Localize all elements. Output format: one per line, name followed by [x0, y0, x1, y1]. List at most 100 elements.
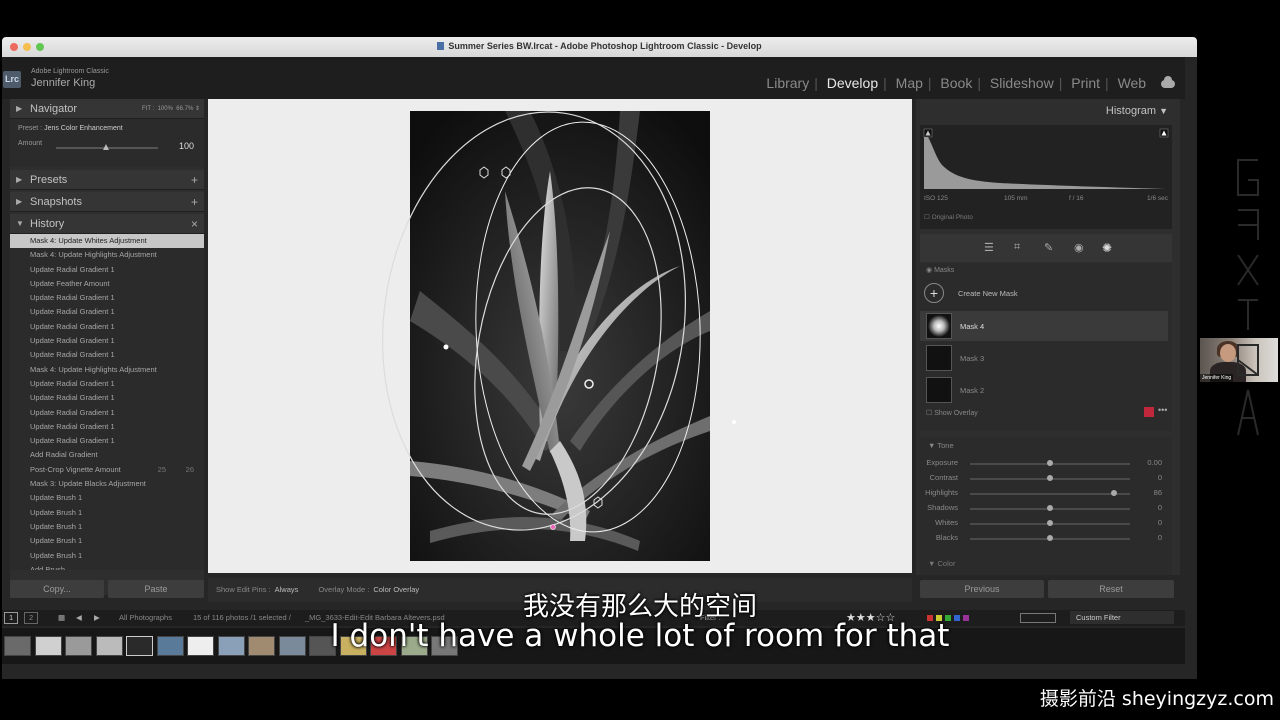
- create-mask-plus-icon[interactable]: +: [924, 283, 944, 303]
- slider-label: Whites: [935, 518, 958, 527]
- gradient-handle-left[interactable]: [443, 344, 449, 350]
- more-options-icon[interactable]: •••: [1158, 405, 1167, 415]
- overlay-color-swatch[interactable]: [1144, 407, 1154, 417]
- original-photo-checkbox[interactable]: ☐ Original Photo: [924, 213, 973, 221]
- edit-pin-2[interactable]: [501, 166, 511, 179]
- add-snapshot-icon[interactable]: +: [191, 192, 198, 212]
- slider-value[interactable]: 0: [1158, 473, 1162, 482]
- image-canvas[interactable]: [208, 99, 912, 573]
- slider-thumb[interactable]: [1047, 505, 1053, 511]
- create-new-mask-button[interactable]: Create New Mask: [958, 289, 1018, 298]
- identity-plate: Lrc Adobe Lightroom Classic Jennifer Kin…: [2, 57, 1185, 99]
- history-item[interactable]: Update Radial Gradient 1: [10, 291, 204, 305]
- history-after-value: 26: [185, 464, 194, 474]
- radial-gradient-overlay[interactable]: [208, 99, 912, 573]
- history-item[interactable]: Add Brush: [10, 563, 204, 570]
- history-header[interactable]: ▼ History ×: [10, 214, 204, 234]
- slider-shadows[interactable]: Shadows 0: [920, 502, 1172, 516]
- history-item[interactable]: Update Feather Amount: [10, 277, 204, 291]
- slider-thumb[interactable]: [1111, 490, 1117, 496]
- module-map[interactable]: Map: [891, 75, 928, 91]
- mask-item-2[interactable]: Mask 2: [920, 375, 1168, 405]
- history-item[interactable]: Update Brush 1: [10, 520, 204, 534]
- slider-label: Blacks: [935, 533, 958, 542]
- history-item[interactable]: Update Radial Gradient 1: [10, 305, 204, 319]
- screen: Summer Series BW.lrcat - Adobe Photoshop…: [0, 0, 1280, 720]
- module-book[interactable]: Book: [935, 75, 977, 91]
- slider-contrast[interactable]: Contrast 0: [920, 472, 1172, 486]
- history-item[interactable]: Update Brush 1: [10, 534, 204, 548]
- left-panel: ▶ Navigator FIT : 100% 66.7% ⇕ Preset : …: [10, 99, 204, 595]
- history-item[interactable]: Update Radial Gradient 1: [10, 391, 204, 405]
- history-item[interactable]: Mask 3: Update Blacks Adjustment: [10, 477, 204, 491]
- history-item[interactable]: Mask 4: Update Highlights Adjustment: [10, 363, 204, 377]
- history-item[interactable]: Mask 4: Update Highlights Adjustment: [10, 248, 204, 262]
- clear-history-icon[interactable]: ×: [191, 214, 198, 234]
- navigator-zoom-options[interactable]: FIT : 100% 66.7% ⇕: [142, 99, 200, 119]
- slider-thumb[interactable]: [1047, 460, 1053, 466]
- slider-exposure[interactable]: Exposure 0.00: [920, 457, 1172, 471]
- history-item[interactable]: Update Radial Gradient 1: [10, 263, 204, 277]
- history-item[interactable]: Post-Crop Vignette Amount 25 26: [10, 463, 204, 477]
- module-web[interactable]: Web: [1113, 75, 1152, 91]
- cloud-sync-icon[interactable]: [1161, 76, 1175, 88]
- amount-value[interactable]: 100: [179, 141, 194, 151]
- red-eye-icon[interactable]: ◉: [1074, 241, 1086, 254]
- collapse-triangle-icon: ▼: [1159, 106, 1168, 116]
- gradient-handle-pink[interactable]: [550, 524, 556, 530]
- navigator-header[interactable]: ▶ Navigator FIT : 100% 66.7% ⇕: [10, 99, 204, 119]
- amount-slider-thumb[interactable]: [103, 144, 109, 150]
- exif-info: ISO 125 105 mm f / 16 1/6 sec: [924, 195, 1168, 202]
- history-item[interactable]: Update Radial Gradient 1: [10, 406, 204, 420]
- history-item[interactable]: Update Radial Gradient 1: [10, 434, 204, 448]
- history-item[interactable]: Update Brush 1: [10, 491, 204, 505]
- mask-item-4[interactable]: Mask 4: [920, 311, 1168, 341]
- history-item[interactable]: Update Brush 1: [10, 506, 204, 520]
- slider-track[interactable]: [970, 493, 1130, 495]
- slider-whites[interactable]: Whites 0: [920, 517, 1172, 531]
- window-title-bar: Summer Series BW.lrcat - Adobe Photoshop…: [2, 37, 1197, 57]
- history-item[interactable]: Update Radial Gradient 1: [10, 377, 204, 391]
- healing-brush-icon[interactable]: ✎: [1044, 241, 1056, 254]
- module-slideshow[interactable]: Slideshow: [985, 75, 1059, 91]
- slider-blacks[interactable]: Blacks 0: [920, 532, 1172, 546]
- slider-value[interactable]: 0.00: [1147, 458, 1162, 467]
- module-print[interactable]: Print: [1066, 75, 1105, 91]
- module-develop[interactable]: Develop: [822, 75, 883, 91]
- tone-header[interactable]: ▼ Tone: [928, 441, 954, 450]
- edit-pin-3[interactable]: [593, 496, 603, 509]
- slider-value[interactable]: 0: [1158, 533, 1162, 542]
- mask-item-3[interactable]: Mask 3: [920, 343, 1168, 373]
- slider-value[interactable]: 0: [1158, 518, 1162, 527]
- history-item[interactable]: Add Radial Gradient: [10, 448, 204, 462]
- history-item[interactable]: Update Radial Gradient 1: [10, 420, 204, 434]
- crop-icon[interactable]: ⌗: [1014, 241, 1026, 253]
- middle-radial-gradient[interactable]: [451, 173, 686, 529]
- gradient-handle-right[interactable]: [732, 420, 736, 424]
- history-item[interactable]: Update Radial Gradient 1: [10, 320, 204, 334]
- slider-thumb[interactable]: [1047, 535, 1053, 541]
- history-item[interactable]: Mask 4: Update Whites Adjustment: [10, 234, 204, 249]
- slider-value[interactable]: 0: [1158, 503, 1162, 512]
- slider-thumb[interactable]: [1047, 475, 1053, 481]
- slider-highlights[interactable]: Highlights 86: [920, 487, 1172, 501]
- outer-radial-gradient[interactable]: [356, 99, 712, 550]
- edit-sliders-icon[interactable]: ☰: [984, 241, 996, 254]
- add-preset-icon[interactable]: +: [191, 170, 198, 190]
- presets-header[interactable]: ▶ Presets +: [10, 170, 204, 190]
- edit-pin-1[interactable]: [479, 166, 489, 179]
- history-item[interactable]: Update Radial Gradient 1: [10, 334, 204, 348]
- show-overlay-checkbox[interactable]: ☐ Show Overlay: [926, 409, 978, 417]
- outer-feather-boundary[interactable]: [469, 118, 707, 536]
- masking-icon[interactable]: ✺: [1102, 241, 1114, 255]
- color-header[interactable]: ▼ Color: [928, 559, 955, 568]
- history-item[interactable]: Update Radial Gradient 1: [10, 348, 204, 362]
- user-name: Jennifer King: [31, 77, 96, 89]
- slider-value[interactable]: 86: [1154, 488, 1162, 497]
- history-item[interactable]: Update Brush 1: [10, 549, 204, 563]
- slider-thumb[interactable]: [1047, 520, 1053, 526]
- gradient-center-pin[interactable]: [584, 379, 594, 389]
- histogram-header[interactable]: Histogram ▼: [916, 99, 1180, 123]
- module-library[interactable]: Library: [761, 75, 814, 91]
- snapshots-header[interactable]: ▶ Snapshots +: [10, 192, 204, 212]
